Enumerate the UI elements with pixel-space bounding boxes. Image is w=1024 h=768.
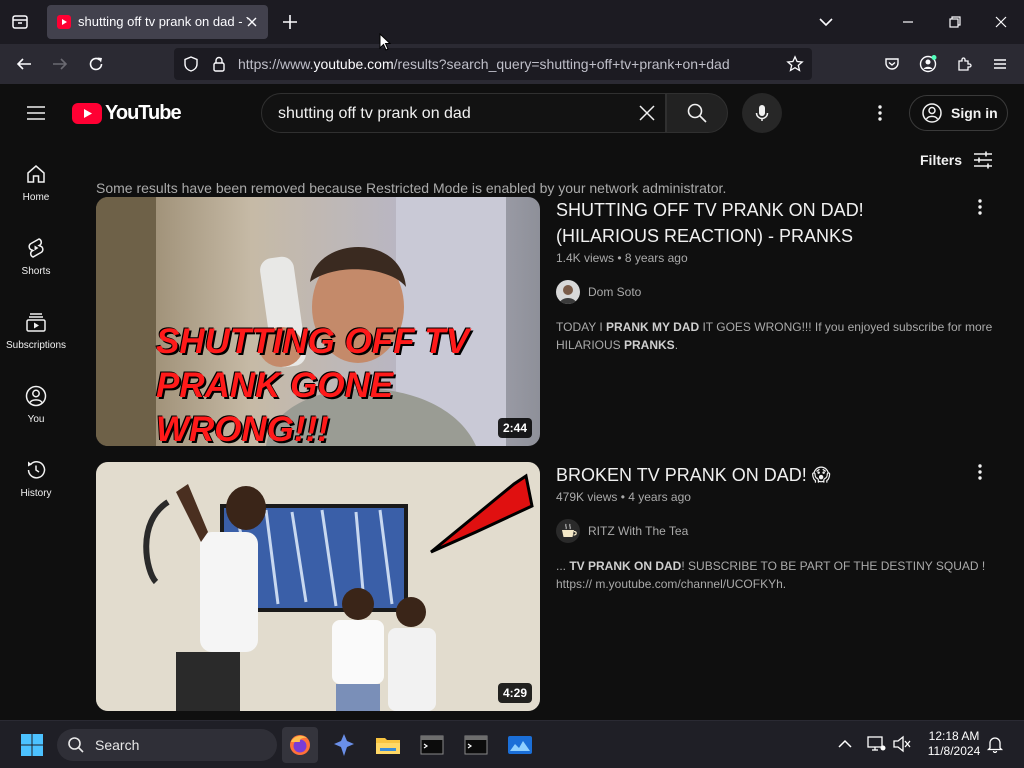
youtube-play-icon <box>72 103 102 124</box>
video-thumbnail[interactable]: 4:29 <box>96 462 540 711</box>
network-icon[interactable] <box>866 735 886 753</box>
sidebar-item-shorts[interactable]: Shorts <box>0 224 72 298</box>
taskbar-search-label: Search <box>95 737 140 753</box>
tab-title: shutting off tv prank on dad - YouTube <box>78 14 248 29</box>
taskbar-search-box[interactable]: Search <box>57 729 277 761</box>
sign-in-button[interactable]: Sign in <box>909 95 1008 131</box>
restore-icon[interactable] <box>945 12 965 32</box>
bookmark-star-icon[interactable] <box>786 55 804 73</box>
thumbnail-image <box>96 462 540 711</box>
windows-start-icon[interactable] <box>20 733 44 757</box>
sidebar-item-subscriptions[interactable]: Subscriptions <box>0 298 72 372</box>
video-duration: 2:44 <box>497 418 532 438</box>
video-actions-icon[interactable] <box>970 197 990 217</box>
close-tab-icon[interactable] <box>244 14 260 30</box>
sidebar-item-you[interactable]: You <box>0 372 72 446</box>
terminal-taskbar-icon[interactable] <box>458 727 494 763</box>
sign-in-label: Sign in <box>951 105 998 121</box>
channel-link[interactable]: RITZ With The Tea <box>556 519 688 543</box>
thumbnail-overlay-text: SHUTTING OFF TV PRANK GONE WRONG!!! <box>156 322 470 446</box>
search-icon <box>687 103 707 123</box>
channel-avatar <box>556 519 580 543</box>
shorts-icon <box>28 238 44 258</box>
clock-date: 11/8/2024 <box>927 744 981 758</box>
sidebar-item-home[interactable]: Home <box>0 150 72 224</box>
sidebar-item-history[interactable]: History <box>0 446 72 520</box>
url-text: https://www.youtube.com/results?search_q… <box>238 56 730 72</box>
new-tab-icon[interactable] <box>280 12 300 32</box>
youtube-logo[interactable]: YouTube <box>72 102 182 125</box>
tab-list-icon[interactable] <box>8 10 32 34</box>
video-title[interactable]: SHUTTING OFF TV PRANK ON DAD! (HILARIOUS… <box>556 197 956 249</box>
search-button[interactable] <box>666 93 728 133</box>
home-icon <box>27 165 45 183</box>
clock-time: 12:18 AM <box>928 729 980 743</box>
filters-button[interactable]: Filters <box>920 150 994 170</box>
more-options-icon[interactable] <box>870 103 890 123</box>
search-icon <box>68 737 84 753</box>
guide-menu-icon[interactable] <box>24 101 48 125</box>
subscriptions-icon <box>26 313 46 332</box>
address-bar[interactable]: https://www.youtube.com/results?search_q… <box>174 48 812 80</box>
search-input[interactable]: shutting off tv prank on dad <box>261 93 666 133</box>
system-clock[interactable]: 12:18 AM 11/8/2024 <box>918 729 990 759</box>
clear-search-icon[interactable] <box>637 103 657 123</box>
video-title[interactable]: BROKEN TV PRANK ON DAD! 😱 <box>556 462 956 488</box>
filters-label: Filters <box>920 152 963 168</box>
notification-bell-icon[interactable] <box>986 735 1004 753</box>
video-duration: 4:29 <box>497 683 532 703</box>
video-description: ... TV PRANK ON DAD! SUBSCRIBE TO BE PAR… <box>556 559 986 591</box>
youtube-header: YouTube shutting off tv prank on dad Sig… <box>0 84 1024 142</box>
monitor-taskbar-icon[interactable] <box>502 727 538 763</box>
windows-taskbar: Search 12:18 AM 11/8/2024 <box>0 720 1024 768</box>
restricted-mode-notice: Some results have been removed because R… <box>96 180 727 196</box>
active-tab[interactable]: shutting off tv prank on dad - YouTube <box>47 5 268 39</box>
video-description: TODAY I PRANK MY DAD IT GOES WRONG!!! If… <box>556 320 993 352</box>
channel-name: RITZ With The Tea <box>588 524 689 538</box>
back-arrow-icon[interactable] <box>12 52 36 76</box>
video-metadata: 479K views • 4 years ago <box>556 490 691 504</box>
chevron-down-icon[interactable] <box>816 12 836 32</box>
app-taskbar-icon[interactable] <box>326 727 362 763</box>
volume-muted-icon[interactable] <box>892 735 912 753</box>
browser-nav-bar: https://www.youtube.com/results?search_q… <box>0 44 1024 84</box>
video-metadata: 1.4K views • 8 years ago <box>556 251 688 265</box>
video-actions-icon[interactable] <box>970 462 990 482</box>
extensions-icon[interactable] <box>952 52 976 76</box>
you-icon <box>25 385 47 407</box>
browser-tab-bar: shutting off tv prank on dad - YouTube <box>0 0 1024 44</box>
channel-name: Dom Soto <box>588 285 642 299</box>
reload-icon[interactable] <box>84 52 108 76</box>
youtube-favicon-icon <box>57 15 71 29</box>
video-thumbnail[interactable]: SHUTTING OFF TV PRANK GONE WRONG!!! 2:44 <box>96 197 540 446</box>
minimize-icon[interactable] <box>898 12 918 32</box>
channel-avatar <box>556 280 580 304</box>
user-circle-icon <box>922 103 942 123</box>
file-explorer-icon[interactable] <box>370 727 406 763</box>
voice-search-button[interactable] <box>742 93 782 133</box>
lock-icon[interactable] <box>210 55 228 73</box>
hamburger-menu-icon[interactable] <box>988 52 1012 76</box>
logo-text: YouTube <box>105 102 182 124</box>
microphone-icon <box>755 105 769 121</box>
chevron-up-icon[interactable] <box>836 735 854 753</box>
pocket-icon[interactable] <box>880 52 904 76</box>
search-query: shutting off tv prank on dad <box>278 105 471 122</box>
forward-arrow-icon[interactable] <box>48 52 72 76</box>
terminal-taskbar-icon[interactable] <box>414 727 450 763</box>
close-window-icon[interactable] <box>991 12 1011 32</box>
sliders-icon <box>974 151 993 169</box>
account-icon[interactable] <box>916 52 940 76</box>
shield-icon[interactable] <box>182 55 200 73</box>
mouse-cursor-icon <box>379 33 391 51</box>
firefox-taskbar-icon[interactable] <box>282 727 318 763</box>
history-icon <box>27 461 46 479</box>
channel-link[interactable]: Dom Soto <box>556 280 641 304</box>
